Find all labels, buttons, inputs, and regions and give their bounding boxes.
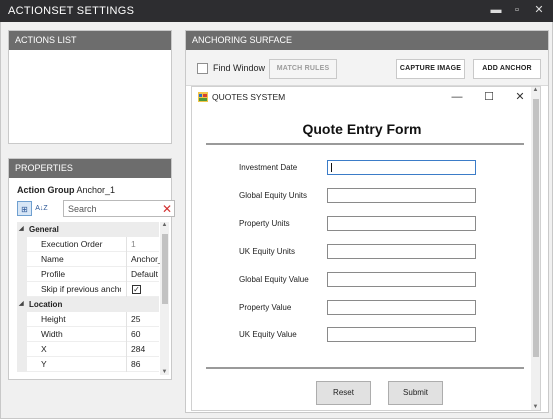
properties-panel: PROPERTIES Action Group Anchor_1 ⊞ A↓Z S…	[8, 158, 175, 380]
label-uk-equity-units: UK Equity Units	[239, 247, 296, 256]
property-object-name: Anchor_1	[76, 185, 116, 195]
collapse-icon[interactable]: ◢	[19, 222, 24, 237]
text-caret	[331, 163, 332, 172]
global-equity-value-input[interactable]	[327, 272, 476, 287]
property-row-profile[interactable]: Profile Default	[17, 267, 159, 282]
app-icon	[198, 92, 208, 102]
categorized-view-icon[interactable]: ⊞	[17, 201, 32, 216]
form-divider-bottom	[206, 367, 524, 369]
anchoring-surface-header: ANCHORING SURFACE	[186, 31, 548, 50]
match-rules-button[interactable]: MATCH RULES	[269, 59, 337, 79]
alphabetical-sort-icon[interactable]: A↓Z	[34, 201, 49, 216]
property-row-height[interactable]: Height 25	[17, 312, 159, 327]
captured-window: QUOTES SYSTEM — ☐ ✕ Quote Entry Form Inv…	[191, 86, 541, 411]
anchoring-toolbar: Find Window MATCH RULES CAPTURE IMAGE AD…	[186, 50, 548, 86]
search-placeholder: Search	[68, 204, 97, 214]
global-equity-units-input[interactable]	[327, 188, 476, 203]
scroll-up-icon[interactable]: ▲	[160, 222, 169, 228]
scroll-up-icon[interactable]: ▲	[531, 87, 540, 93]
property-search-input[interactable]: Search ✕	[63, 200, 175, 217]
property-row-x[interactable]: X 284	[17, 342, 159, 357]
category-location[interactable]: ◢ Location	[17, 297, 159, 312]
scroll-down-icon[interactable]: ▼	[531, 404, 540, 410]
properties-header: PROPERTIES	[9, 159, 171, 178]
scroll-down-icon[interactable]: ▼	[160, 369, 169, 375]
maximize-icon[interactable]: ▫	[510, 3, 524, 17]
reset-button[interactable]: Reset	[316, 381, 371, 405]
property-row-execution-order[interactable]: Execution Order 1	[17, 237, 159, 252]
investment-date-input[interactable]	[327, 160, 476, 175]
minimize-icon[interactable]: ▬	[489, 3, 503, 17]
add-anchor-button[interactable]: ADD ANCHOR	[473, 59, 541, 79]
label-global-equity-value: Global Equity Value	[239, 275, 309, 284]
label-investment-date: Investment Date	[239, 163, 298, 172]
surface-scrollbar[interactable]: ▲ ▼	[531, 87, 540, 410]
quotes-window-title: QUOTES SYSTEM	[212, 92, 286, 102]
property-value-input[interactable]	[327, 300, 476, 315]
anchoring-surface-panel: ANCHORING SURFACE Find Window MATCH RULE…	[185, 30, 549, 413]
quotes-titlebar: QUOTES SYSTEM — ☐ ✕	[192, 87, 540, 107]
skip-checkbox[interactable]: ✓	[132, 285, 141, 294]
property-grid[interactable]: ◢ General Execution Order 1 Name Anchor_…	[17, 222, 169, 375]
actions-list-header: ACTIONS LIST	[9, 31, 171, 50]
uk-equity-value-input[interactable]	[327, 327, 476, 342]
capture-image-button[interactable]: CAPTURE IMAGE	[396, 59, 465, 79]
label-global-equity-units: Global Equity Units	[239, 191, 308, 200]
property-row-width[interactable]: Width 60	[17, 327, 159, 342]
category-general[interactable]: ◢ General	[17, 222, 159, 237]
find-window-checkbox[interactable]	[197, 63, 208, 74]
close-icon[interactable]: ✕	[532, 3, 546, 17]
property-toolbar: ⊞ A↓Z Search ✕	[17, 200, 175, 218]
form-divider	[206, 143, 524, 145]
collapse-icon[interactable]: ◢	[19, 297, 24, 312]
actions-list-panel: ACTIONS LIST	[8, 30, 172, 144]
scrollbar-thumb[interactable]	[162, 234, 168, 304]
property-object-type: Action Group	[17, 185, 75, 195]
submit-button[interactable]: Submit	[388, 381, 443, 405]
label-property-units: Property Units	[239, 219, 290, 228]
property-row-skip-if-previous[interactable]: Skip if previous anchor... ✓	[17, 282, 159, 297]
form-title: Quote Entry Form	[302, 121, 422, 137]
property-row-name[interactable]: Name Anchor_	[17, 252, 160, 267]
label-uk-equity-value: UK Equity Value	[239, 330, 297, 339]
scrollbar-thumb[interactable]	[533, 99, 539, 357]
property-object-title: Action Group Anchor_1	[17, 185, 115, 195]
close-icon[interactable]: ✕	[513, 87, 527, 107]
actions-list[interactable]	[9, 50, 171, 143]
label-property-value: Property Value	[239, 303, 292, 312]
window-titlebar: ACTIONSET SETTINGS ▬ ▫ ✕	[0, 0, 553, 22]
find-window-label[interactable]: Find Window	[213, 63, 265, 73]
uk-equity-units-input[interactable]	[327, 244, 476, 259]
maximize-icon[interactable]: ☐	[482, 87, 496, 107]
property-row-y[interactable]: Y 86	[17, 357, 159, 372]
property-units-input[interactable]	[327, 216, 476, 231]
minimize-icon[interactable]: —	[450, 87, 464, 107]
window-title: ACTIONSET SETTINGS	[8, 5, 135, 17]
clear-search-icon[interactable]: ✕	[162, 201, 172, 217]
property-grid-scrollbar[interactable]: ▲ ▼	[160, 222, 169, 375]
